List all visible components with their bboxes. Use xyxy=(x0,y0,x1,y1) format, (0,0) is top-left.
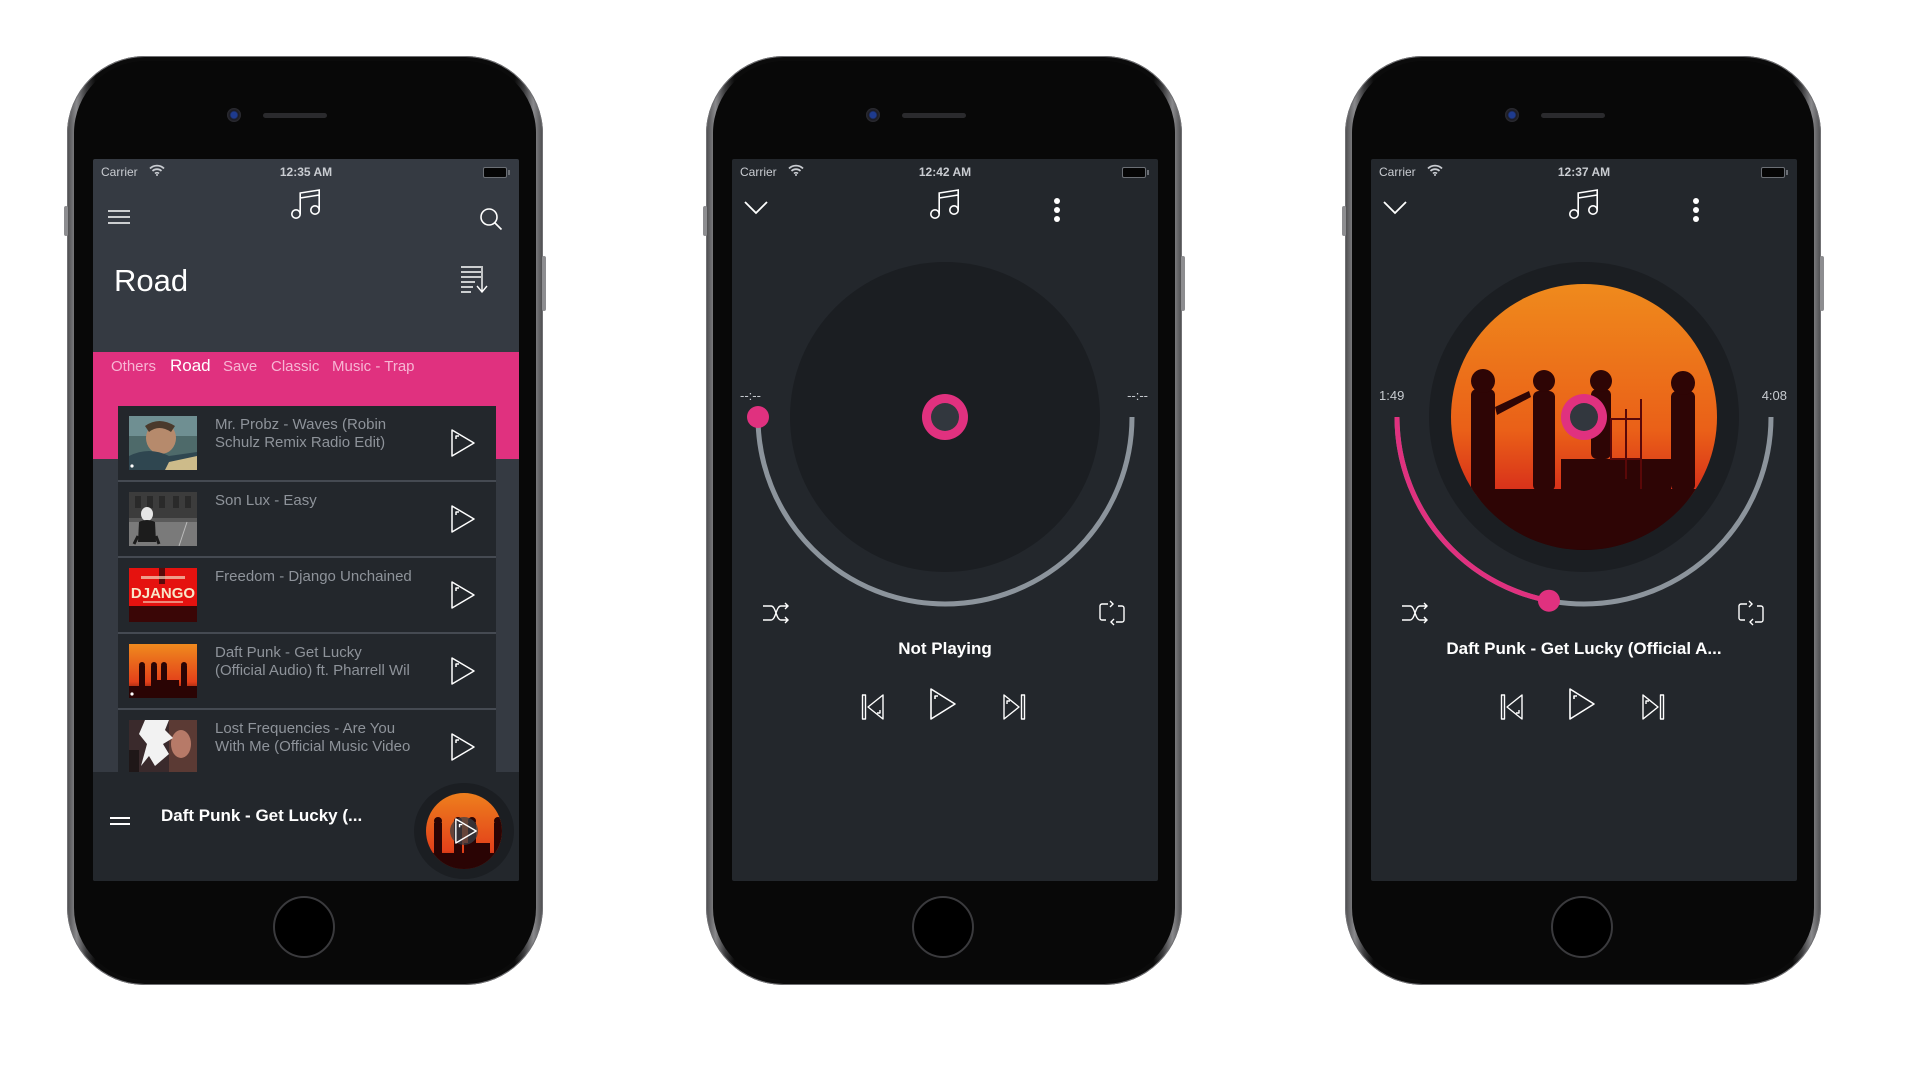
play-icon[interactable] xyxy=(450,732,476,762)
library-screen: Carrier 12:35 AM Road Others Road Save C… xyxy=(93,159,519,881)
page-title: Road xyxy=(114,263,189,298)
phone-library: Carrier 12:35 AM Road Others Road Save C… xyxy=(64,56,546,985)
status-time: 12:35 AM xyxy=(279,165,333,179)
phone-player-empty: Carrier 12:42 AM --:-- --:-- Not Playing xyxy=(703,56,1185,985)
progress-knob[interactable] xyxy=(747,406,769,428)
shuffle-icon[interactable] xyxy=(762,602,790,624)
music-note-icon xyxy=(289,187,323,221)
front-camera xyxy=(227,108,241,122)
tab-save[interactable]: Save xyxy=(223,358,257,375)
play-icon[interactable] xyxy=(450,504,476,534)
progress-knob[interactable] xyxy=(1537,589,1560,612)
skip-previous-icon[interactable] xyxy=(1500,694,1524,720)
home-button[interactable] xyxy=(912,896,974,958)
home-button[interactable] xyxy=(1551,896,1613,958)
play-icon[interactable] xyxy=(450,428,476,458)
track-title: Daft Punk - Get Lucky (Official Audio) f… xyxy=(215,644,410,679)
player-disc-area xyxy=(747,262,1135,607)
skip-next-icon[interactable] xyxy=(1641,694,1665,720)
now-playing-title: Daft Punk - Get Lucky (Official A... xyxy=(1446,639,1722,658)
elapsed-time: --:-- xyxy=(740,388,761,403)
tab-classic[interactable]: Classic xyxy=(271,358,319,375)
track-list: Mr. Probz - Waves (Robin Schulz Remix Ra… xyxy=(118,406,496,772)
track-row[interactable]: Mr. Probz - Waves (Robin Schulz Remix Ra… xyxy=(118,406,496,482)
track-row[interactable]: DJANGO Freedom - Django Unchained xyxy=(118,558,496,634)
track-artwork xyxy=(129,416,197,470)
earpiece-speaker xyxy=(902,113,966,118)
track-row[interactable]: Lost Frequencies - Are You With Me (Offi… xyxy=(118,710,496,772)
shuffle-icon[interactable] xyxy=(1401,602,1429,624)
mute-switch xyxy=(64,206,68,236)
player-disc-area xyxy=(1394,262,1774,612)
repeat-icon[interactable] xyxy=(1737,600,1765,626)
play-icon[interactable] xyxy=(929,687,957,721)
home-button[interactable] xyxy=(273,896,335,958)
drag-handle-icon[interactable] xyxy=(109,816,131,826)
status-bar: Carrier 12:35 AM xyxy=(93,159,519,185)
front-camera xyxy=(866,108,880,122)
track-title: Mr. Probz - Waves (Robin Schulz Remix Ra… xyxy=(215,416,387,451)
play-icon[interactable] xyxy=(454,817,478,845)
skip-previous-icon[interactable] xyxy=(861,694,885,720)
svg-text:DJANGO: DJANGO xyxy=(131,585,196,602)
track-row[interactable]: Son Lux - Easy xyxy=(118,482,496,558)
elapsed-time: 1:49 xyxy=(1379,388,1405,403)
track-artwork xyxy=(129,492,197,546)
mute-switch xyxy=(703,206,707,236)
track-row[interactable]: Daft Punk - Get Lucky (Official Audio) f… xyxy=(118,634,496,710)
mini-player[interactable]: Daft Punk - Get Lucky (... xyxy=(93,772,519,881)
play-icon[interactable] xyxy=(1568,687,1596,721)
mute-switch xyxy=(1342,206,1346,236)
skip-next-icon[interactable] xyxy=(1002,694,1026,720)
front-camera xyxy=(1505,108,1519,122)
now-playing-title: Not Playing xyxy=(898,639,992,658)
mini-player-title[interactable]: Daft Punk - Get Lucky (... xyxy=(161,806,362,826)
playlist-tabs: Others Road Save Classic Music - Trap xyxy=(93,356,519,382)
repeat-icon[interactable] xyxy=(1098,600,1126,626)
battery-icon xyxy=(483,167,510,178)
total-duration: --:-- xyxy=(1127,388,1148,403)
hamburger-icon[interactable] xyxy=(107,209,131,225)
tab-road[interactable]: Road xyxy=(170,356,211,376)
power-button xyxy=(542,256,546,311)
track-title: Lost Frequencies - Are You With Me (Offi… xyxy=(215,720,411,755)
track-artwork xyxy=(129,720,197,772)
tab-music-trap[interactable]: Music - Trap xyxy=(332,358,415,375)
track-artwork: DJANGO xyxy=(129,568,197,622)
play-icon[interactable] xyxy=(450,656,476,686)
tab-others[interactable]: Others xyxy=(111,358,156,375)
sort-descending-icon[interactable] xyxy=(460,265,490,293)
earpiece-speaker xyxy=(1541,113,1605,118)
total-duration: 4:08 xyxy=(1761,388,1787,403)
mini-player-artwork[interactable] xyxy=(414,783,514,879)
track-title: Freedom - Django Unchained xyxy=(215,568,412,585)
player-screen: Carrier 12:37 AM 1:49 4:08 Daft Punk - G… xyxy=(1371,159,1797,881)
phone-player-playing: Carrier 12:37 AM 1:49 4:08 Daft Punk - G… xyxy=(1342,56,1824,985)
player-screen: Carrier 12:42 AM --:-- --:-- Not Playing xyxy=(732,159,1158,881)
track-title: Son Lux - Easy xyxy=(215,492,317,509)
power-button xyxy=(1181,256,1185,311)
track-artwork xyxy=(129,644,197,698)
power-button xyxy=(1820,256,1824,311)
play-icon[interactable] xyxy=(450,580,476,610)
disc-hub xyxy=(931,403,959,431)
disc-hub xyxy=(1570,403,1598,431)
earpiece-speaker xyxy=(263,113,327,118)
search-icon[interactable] xyxy=(479,207,503,231)
